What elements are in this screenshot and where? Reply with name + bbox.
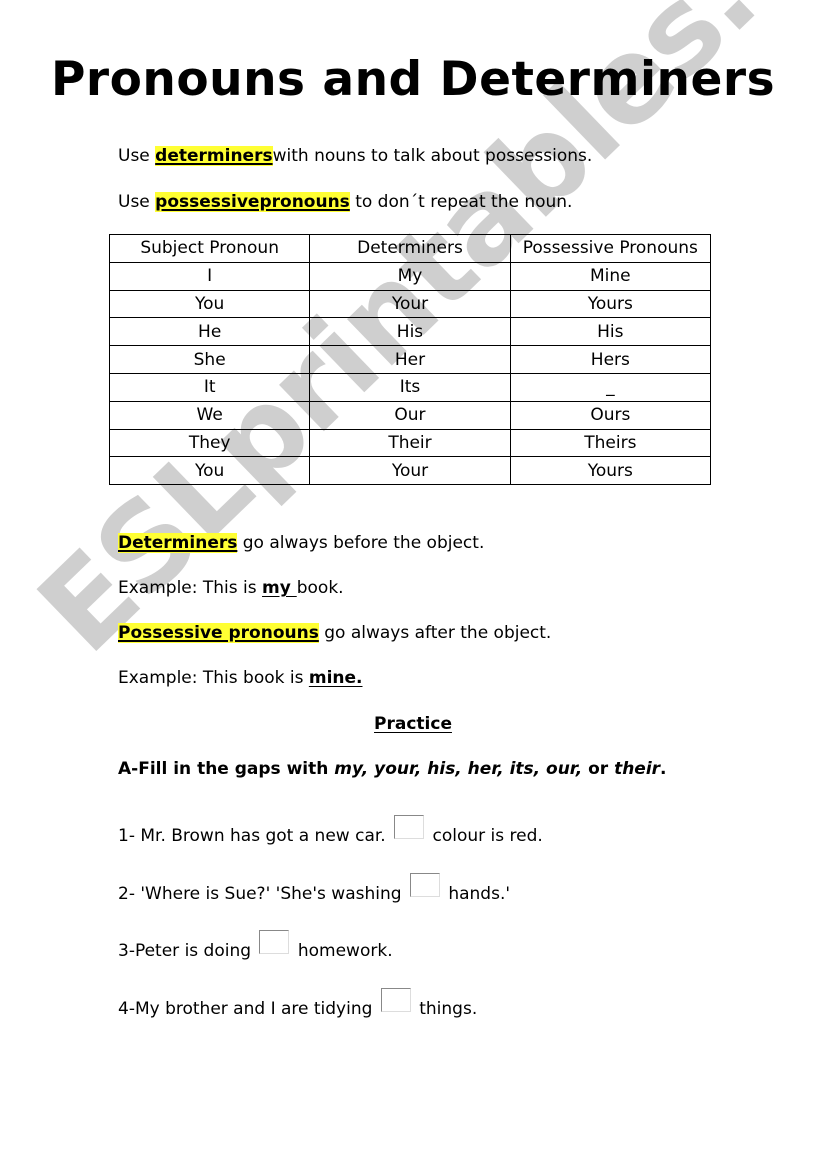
example-text: Example: This book is	[118, 668, 309, 688]
answer-gap-input[interactable]	[380, 988, 411, 1012]
highlight-possessive-pronouns: possessivepronouns	[155, 192, 350, 212]
instruction-text: A-Fill in the gaps with	[118, 759, 335, 779]
highlight-determiners: Determiners	[118, 533, 238, 553]
item-text-after: homework.	[297, 941, 393, 961]
cell-determiner: Their	[309, 428, 511, 458]
practice-heading: Practice	[374, 714, 452, 734]
cell-possessive-pronoun: Yours	[509, 456, 712, 486]
table-header-row: Subject Pronoun Determiners Possessive P…	[108, 234, 712, 263]
cell-possessive-pronoun: Yours	[509, 289, 712, 319]
answer-gap-input[interactable]	[409, 873, 440, 897]
cell-possessive-pronoun: _	[509, 372, 712, 402]
table-row: She Her Hers	[108, 345, 712, 374]
intro-text: Use	[118, 192, 156, 212]
item-text-before: 3-Peter is doing	[118, 941, 252, 961]
example-possessive: Example: This book is mine.	[118, 668, 363, 688]
instruction-connector: or	[582, 759, 615, 779]
item-text-before: 4-My brother and I are tidying	[118, 999, 373, 1019]
table-row: We Our Ours	[108, 400, 712, 430]
exercise-item: 4-My brother and I are tidying things.	[118, 988, 477, 1019]
header-subject-pronoun: Subject Pronoun	[108, 234, 311, 263]
item-text-before: 2- 'Where is Sue?' 'She's washing	[118, 884, 402, 904]
intro-text: Use	[118, 146, 156, 166]
cell-subject-pronoun: She	[108, 345, 311, 374]
rule-determiners: Determiners go always before the object.	[118, 533, 484, 553]
cell-subject-pronoun: I	[108, 261, 311, 291]
cell-possessive-pronoun: Hers	[509, 345, 712, 374]
table-row: He His His	[108, 317, 712, 347]
example-determiner: Example: This is my book.	[118, 578, 344, 598]
intro-line-determiners: Use determinerswith nouns to talk about …	[118, 146, 592, 166]
instruction-end: .	[660, 759, 667, 779]
highlight-determiners: determiners	[155, 146, 273, 166]
cell-subject-pronoun: You	[108, 456, 311, 486]
item-text-before: 1- Mr. Brown has got a new car.	[118, 826, 386, 846]
rule-text: go always after the object.	[318, 623, 552, 643]
header-possessive-pronouns: Possessive Pronouns	[509, 234, 712, 263]
table-row: You Your Yours	[108, 289, 712, 319]
table-row: They Their Theirs	[108, 428, 712, 458]
exercise-instruction: A-Fill in the gaps with my, your, his, h…	[118, 759, 667, 779]
item-text-after: things.	[419, 999, 478, 1019]
cell-subject-pronoun: We	[108, 400, 311, 430]
pronoun-table: Subject Pronoun Determiners Possessive P…	[108, 234, 712, 486]
rule-possessives: Possessive pronouns go always after the …	[118, 623, 551, 643]
intro-text: to don´t repeat the noun.	[349, 192, 573, 212]
cell-determiner: Her	[309, 345, 511, 374]
worksheet-page: ESLprintables.com Pronouns and Determine…	[0, 0, 826, 1169]
intro-text: with nouns to talk about possessions.	[272, 146, 593, 166]
word-last: their	[614, 759, 661, 779]
example-keyword: mine.	[308, 668, 363, 688]
answer-gap-input[interactable]	[259, 930, 290, 954]
rule-text: go always before the object.	[237, 533, 485, 553]
cell-subject-pronoun: It	[108, 372, 311, 402]
header-determiners: Determiners	[309, 234, 511, 263]
cell-subject-pronoun: You	[108, 289, 311, 319]
cell-possessive-pronoun: Mine	[509, 261, 712, 291]
exercise-item: 1- Mr. Brown has got a new car. colour i…	[118, 815, 543, 846]
item-text-after: colour is red.	[432, 826, 543, 846]
example-text: Example: This is	[118, 578, 263, 598]
cell-determiner: Its	[309, 372, 511, 402]
cell-determiner: Your	[309, 456, 511, 486]
cell-determiner: Our	[309, 400, 511, 430]
cell-subject-pronoun: They	[108, 428, 311, 458]
cell-possessive-pronoun: Theirs	[509, 428, 712, 458]
word-list: my, your, his, her, its, our,	[334, 759, 583, 779]
cell-subject-pronoun: He	[108, 317, 311, 347]
item-text-after: hands.'	[448, 884, 511, 904]
table-row: You Your Yours	[108, 456, 712, 486]
answer-gap-input[interactable]	[394, 815, 425, 839]
cell-determiner: His	[309, 317, 511, 347]
example-text: book.	[296, 578, 344, 598]
intro-line-possessives: Use possessivepronouns to don´t repeat t…	[118, 192, 572, 212]
cell-determiner: My	[309, 261, 511, 291]
cell-possessive-pronoun: Ours	[509, 400, 712, 430]
table-row: It Its _	[108, 372, 712, 402]
page-title: Pronouns and Determiners	[50, 52, 776, 107]
cell-determiner: Your	[309, 289, 511, 319]
exercise-item: 3-Peter is doing homework.	[118, 930, 393, 961]
cell-possessive-pronoun: His	[509, 317, 712, 347]
table-row: I My Mine	[108, 261, 712, 291]
example-keyword: my	[262, 578, 297, 598]
highlight-possessive-pronouns: Possessive pronouns	[118, 623, 319, 643]
exercise-item: 2- 'Where is Sue?' 'She's washing hands.…	[118, 873, 510, 904]
